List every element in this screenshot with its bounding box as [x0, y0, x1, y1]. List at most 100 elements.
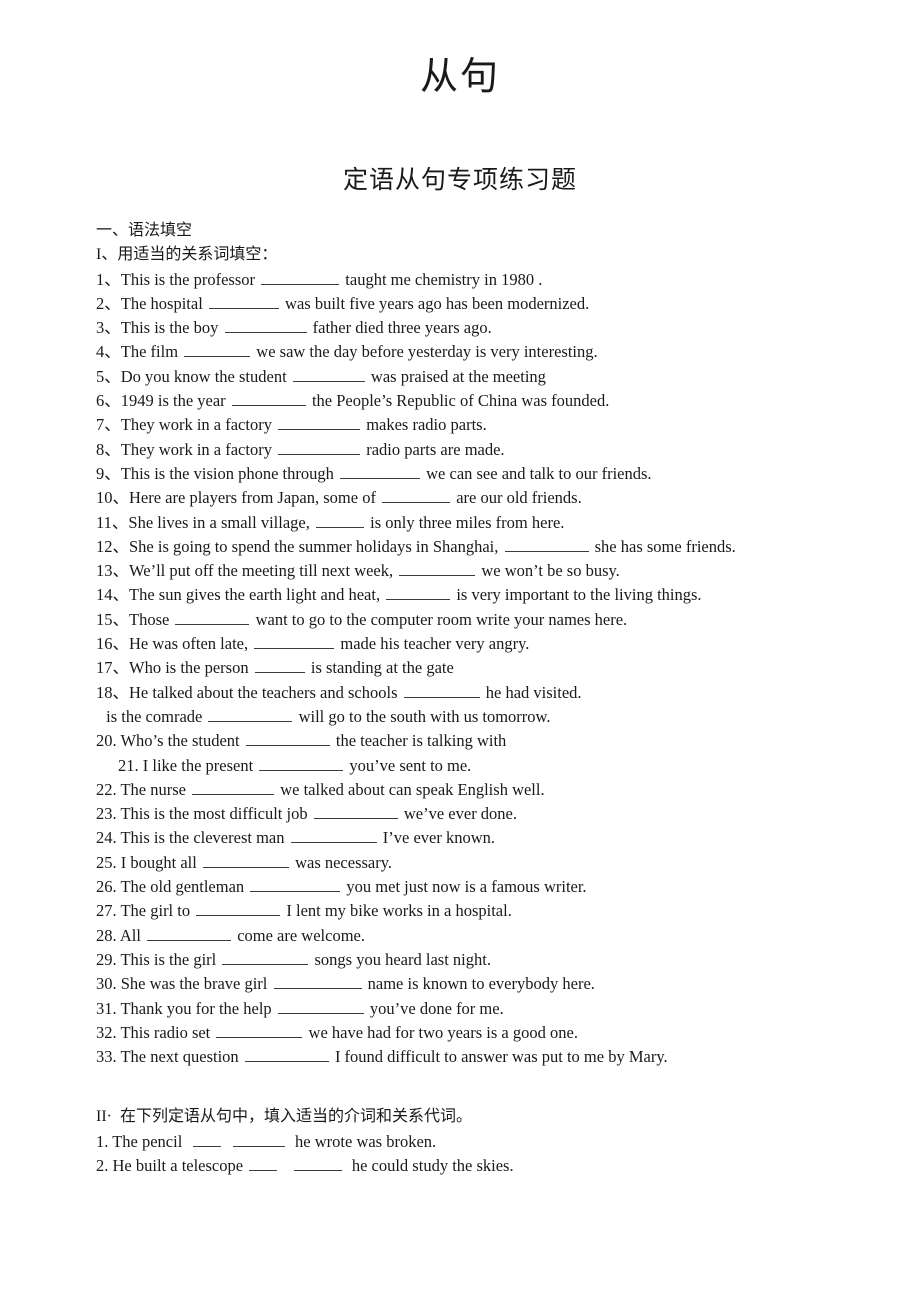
question-number: 17、 [96, 658, 129, 678]
answer-blank[interactable] [403, 681, 480, 698]
answer-blank[interactable] [259, 754, 344, 771]
question-number: 27. [96, 901, 117, 921]
answer-blank[interactable] [313, 803, 398, 820]
answer-blank[interactable] [340, 463, 420, 479]
question-text-before: Who’s the student [116, 731, 244, 751]
answer-blank[interactable] [175, 609, 250, 625]
question-number: 1、 [96, 269, 121, 289]
question-line: 8、They work in a factory radio parts are… [96, 438, 880, 462]
question-text-after: are our old friends. [452, 488, 582, 508]
question-number: 24. [96, 828, 117, 848]
answer-blank[interactable] [222, 949, 309, 965]
question-line: 7、They work in a factory makes radio par… [96, 413, 880, 437]
question-line: 24. This is the cleverest man I’ve ever … [96, 826, 880, 850]
answer-blank[interactable] [254, 633, 335, 650]
question-line: 14、The sun gives the earth light and hea… [96, 583, 880, 607]
question-text-before: This is the vision phone through [120, 463, 338, 483]
answer-blank[interactable] [504, 536, 589, 552]
answer-blank[interactable] [231, 390, 306, 407]
answer-blank[interactable] [224, 317, 307, 334]
question-text-before: We’ll put off the meeting till next week… [129, 561, 398, 581]
answer-blank[interactable] [399, 560, 476, 577]
question-line: 30. She was the brave girl name is known… [96, 972, 880, 996]
question-line: 32. This radio set we have had for two y… [96, 1021, 880, 1045]
answer-blank[interactable] [278, 414, 361, 431]
question-number: 9、 [96, 463, 121, 483]
question-line: 6、1949 is the year the People’s Republic… [96, 389, 880, 413]
question-line: 21. I like the present you’ve sent to me… [96, 754, 880, 778]
question-text-before: The girl to [116, 901, 195, 921]
question-line: 12、She is going to spend the summer holi… [96, 535, 880, 559]
question-text-before: They work in a factory [120, 439, 277, 459]
answer-blank[interactable] [202, 852, 289, 868]
answer-blank[interactable] [147, 924, 232, 941]
question-text-after: I’ve ever known. [378, 828, 495, 848]
question-line: 22. The nurse we talked about can speak … [96, 778, 880, 802]
answer-blank[interactable] [315, 511, 364, 528]
question-line: 23. This is the most difficult job we’ve… [96, 802, 880, 826]
question-text-after: we saw the day before yesterday is very … [252, 342, 598, 362]
question-text-middle [279, 1156, 291, 1175]
question-text-before: I like the present [138, 755, 258, 775]
answer-blank[interactable] [273, 973, 362, 990]
question-text-after: was built five years ago has been modern… [280, 293, 590, 313]
question-line: 9、This is the vision phone through we ca… [96, 462, 880, 486]
question-number: 18、 [96, 682, 129, 702]
question-text-middle [223, 1132, 231, 1151]
answer-blank[interactable] [277, 997, 364, 1014]
question-text-after: we have had for two years is a good one. [304, 1022, 578, 1042]
answer-blank[interactable] [382, 487, 451, 504]
question-text-before: She lives in a small village, [128, 512, 314, 532]
section-title: 定语从句专项练习题 [342, 167, 577, 194]
question-line: 3、This is the boy father died three year… [96, 316, 880, 340]
answer-blank[interactable] [216, 1022, 303, 1038]
question-number: 7、 [96, 415, 121, 435]
answer-blank[interactable] [196, 900, 281, 917]
question-text-before: He talked about the teachers and schools [129, 682, 402, 702]
answer-blank[interactable] [278, 439, 361, 455]
answer-blank[interactable] [192, 779, 275, 795]
question-line: 28. All come are welcome. [96, 924, 880, 948]
question-text-before: All [116, 925, 146, 945]
question-text-before: This is the professor [120, 269, 260, 289]
question-line: 11、She lives in a small village, is only… [96, 511, 880, 535]
question-number: 12、 [96, 536, 129, 556]
question-text-after: made his teacher very angry. [336, 634, 530, 654]
answer-blank[interactable] [192, 1131, 221, 1147]
question-text-after: is very important to the living things. [452, 585, 702, 605]
answer-blank[interactable] [254, 657, 305, 674]
question-line: 10、Here are players from Japan, some of … [96, 486, 880, 510]
question-number: 22. [96, 779, 117, 799]
question-number: 6、 [96, 391, 121, 411]
question-text-before: This is the cleverest man [116, 828, 289, 848]
answer-blank[interactable] [250, 876, 341, 893]
question-text-before: This is the boy [120, 318, 223, 338]
question-text-after: he wrote was broken. [286, 1131, 437, 1151]
question-number: 11、 [96, 512, 129, 532]
question-text-before: The next question [116, 1047, 243, 1067]
question-number: 4、 [96, 342, 121, 362]
document-title: 从句 [419, 56, 500, 98]
answer-blank[interactable] [244, 1046, 329, 1063]
answer-blank[interactable] [208, 293, 279, 309]
question-number: 33. [96, 1047, 117, 1067]
answer-blank[interactable] [232, 1131, 285, 1147]
question-line: 29. This is the girl songs you heard las… [96, 948, 880, 972]
answer-blank[interactable] [249, 1155, 278, 1171]
answer-blank[interactable] [184, 341, 251, 358]
question-number: 16、 [96, 634, 129, 654]
answer-blank[interactable] [261, 268, 340, 285]
answer-blank[interactable] [292, 366, 365, 382]
answer-blank[interactable] [290, 827, 377, 844]
question-text-before: This is the girl [116, 949, 221, 969]
question-line: is the comrade will go to the south with… [96, 705, 880, 729]
answer-blank[interactable] [208, 706, 293, 722]
answer-blank[interactable] [386, 584, 451, 601]
question-text-after: was necessary. [290, 852, 393, 872]
question-text-after: I found difficult to answer was put to m… [330, 1047, 668, 1067]
question-text-after: father died three years ago. [308, 318, 492, 338]
answer-blank[interactable] [245, 730, 330, 747]
answer-blank[interactable] [293, 1155, 342, 1171]
question-number: 10、 [96, 488, 129, 508]
question-text-after: will go to the south with us tomorrow. [294, 706, 551, 726]
